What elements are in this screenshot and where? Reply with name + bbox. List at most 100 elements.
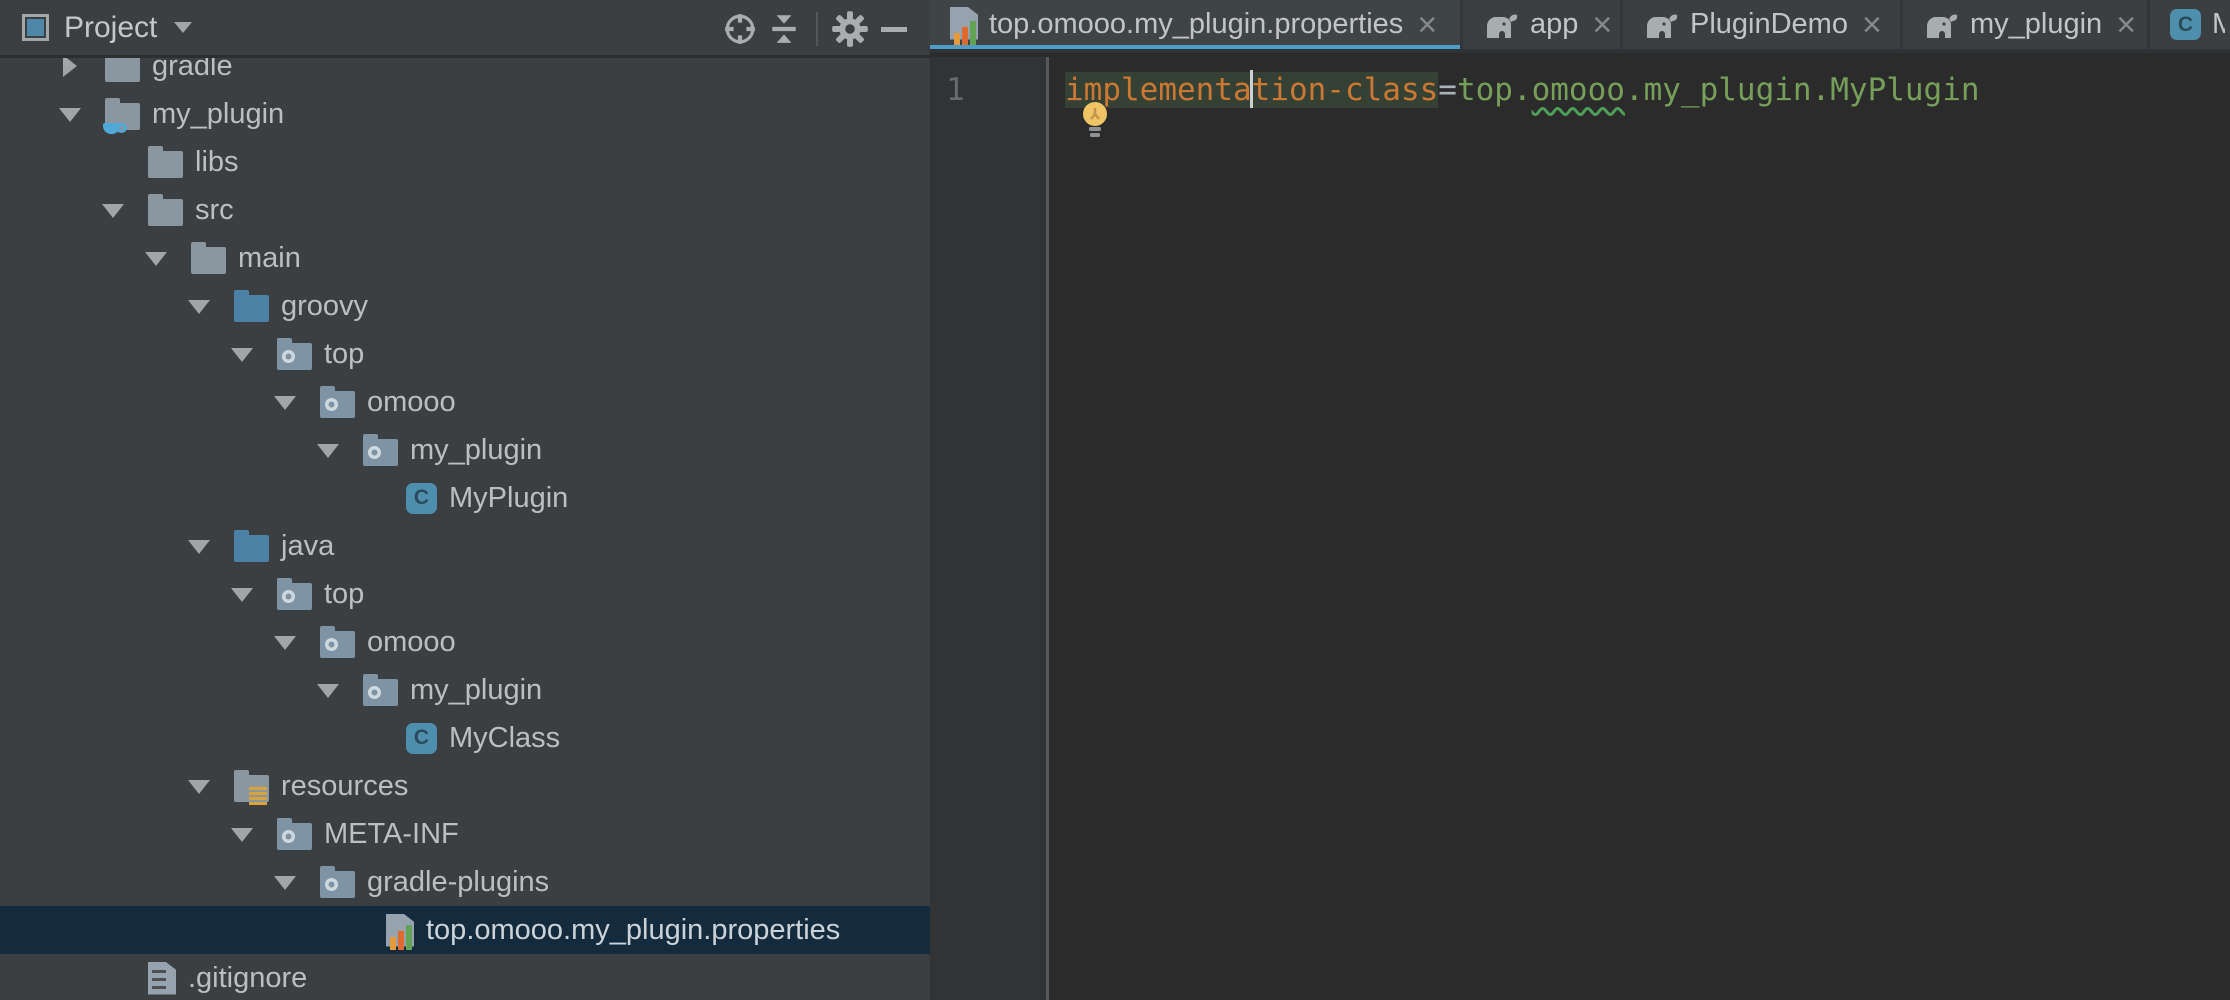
editor-gutter: 1	[930, 57, 1049, 1000]
tree-item-label: top.omooo.my_plugin.properties	[426, 914, 840, 947]
class-icon	[406, 723, 437, 754]
folder-icon	[105, 55, 140, 82]
locate-file-button[interactable]	[718, 7, 762, 51]
tree-row[interactable]: META-INF	[0, 810, 930, 858]
tree-row[interactable]: main	[0, 234, 930, 282]
package-icon	[320, 391, 355, 418]
source-folder-icon	[234, 535, 269, 562]
intention-bulb-icon[interactable]	[1079, 100, 1111, 145]
tree-item-label: omooo	[367, 626, 456, 659]
resources-stripes	[249, 787, 267, 805]
editor-pane: top.omooo.my_plugin.properties×app×Plugi…	[930, 0, 2230, 1000]
chevron-expanded-icon[interactable]	[316, 438, 340, 462]
tree-row[interactable]: top	[0, 330, 930, 378]
tab-label: app	[1530, 8, 1578, 41]
module-folder-icon	[105, 103, 140, 130]
collapse-all-button[interactable]	[762, 7, 806, 51]
chevron-expanded-icon[interactable]	[230, 342, 254, 366]
tree-row[interactable]: .gitignore	[0, 954, 930, 1000]
class-icon	[2170, 9, 2201, 40]
tree-row[interactable]: top.omooo.my_plugin.properties	[0, 906, 930, 954]
chevron-expanded-icon[interactable]	[273, 390, 297, 414]
folder-icon	[148, 151, 183, 178]
tree-row[interactable]: omooo	[0, 618, 930, 666]
tree-item-label: gradle-plugins	[367, 866, 549, 899]
gear-icon	[831, 10, 869, 48]
hide-tool-window-button[interactable]	[872, 7, 916, 51]
property-key: implementation-class	[1065, 72, 1438, 108]
chevron-expanded-icon[interactable]	[187, 774, 211, 798]
tree-row[interactable]: top	[0, 570, 930, 618]
locate-icon	[723, 12, 757, 46]
settings-button[interactable]	[828, 7, 872, 51]
properties-file-icon	[950, 7, 978, 43]
tree-item-label: my_plugin	[152, 98, 284, 131]
collapse-all-icon	[767, 12, 801, 46]
code-line[interactable]: implementation-class=top.omooo.my_plugin…	[1049, 66, 2230, 114]
chevron-expanded-icon[interactable]	[144, 246, 168, 270]
chevron-expanded-icon[interactable]	[316, 678, 340, 702]
folder-icon	[148, 199, 183, 226]
properties-file-icon	[386, 914, 414, 947]
tree-row[interactable]: gradle-plugins	[0, 858, 930, 906]
property-value: top.omooo.my_plugin.MyPlugin	[1457, 72, 1980, 108]
tree-row[interactable]: libs	[0, 138, 930, 186]
chevron-expanded-icon[interactable]	[58, 102, 82, 126]
package-icon	[277, 343, 312, 370]
close-icon[interactable]: ×	[1862, 8, 1882, 42]
tree-row[interactable]: java	[0, 522, 930, 570]
tree-item-label: src	[195, 194, 234, 227]
class-icon	[406, 483, 437, 514]
tree-item-label: libs	[195, 146, 239, 179]
tree-item-label: main	[238, 242, 301, 275]
gradle-icon	[1483, 10, 1519, 40]
code-area[interactable]: implementation-class=top.omooo.my_plugin…	[1049, 57, 2230, 1000]
gradle-icon	[1923, 10, 1959, 40]
tree-row[interactable]: MyClass	[0, 714, 930, 762]
close-icon[interactable]: ×	[1417, 8, 1437, 42]
chevron-expanded-icon[interactable]	[230, 822, 254, 846]
panel-title[interactable]: Project	[64, 11, 157, 45]
close-icon[interactable]: ×	[2116, 8, 2136, 42]
editor-tab[interactable]: top.omooo.my_plugin.properties×	[930, 0, 1460, 49]
project-tool-window: gradlemy_pluginlibssrcmaingroovytopomooo…	[0, 0, 930, 1000]
chevron-expanded-icon[interactable]	[187, 534, 211, 558]
folder-icon	[191, 247, 226, 274]
editor-tab[interactable]: PluginDemo ×	[1620, 0, 1900, 49]
project-tree: gradlemy_pluginlibssrcmaingroovytopomooo…	[0, 42, 930, 1000]
tab-label: PluginDemo	[1690, 8, 1848, 41]
package-icon	[277, 583, 312, 610]
tree-item-label: my_plugin	[410, 674, 542, 707]
chevron-down-icon[interactable]	[174, 22, 192, 33]
editor-tab[interactable]: M	[2147, 0, 2225, 49]
close-icon[interactable]: ×	[1592, 8, 1612, 42]
line-number: 1	[930, 66, 1046, 114]
tree-row[interactable]: my_plugin	[0, 426, 930, 474]
editor-tab[interactable]: my_plugin×	[1900, 0, 2147, 49]
tree-row[interactable]: src	[0, 186, 930, 234]
package-icon	[320, 631, 355, 658]
tree-row[interactable]: omooo	[0, 378, 930, 426]
tab-label: M	[2212, 8, 2225, 41]
chevron-expanded-icon[interactable]	[273, 870, 297, 894]
minimize-icon	[878, 13, 910, 45]
tree-row[interactable]: my_plugin	[0, 666, 930, 714]
gradle-elephant-icon	[1923, 10, 1959, 40]
typo-word: omooo	[1532, 72, 1625, 108]
tree-row[interactable]: MyPlugin	[0, 474, 930, 522]
chevron-expanded-icon[interactable]	[230, 582, 254, 606]
chevron-expanded-icon[interactable]	[101, 198, 125, 222]
toolbar-divider	[816, 12, 818, 46]
tree-item-label: omooo	[367, 386, 456, 419]
tree-item-label: .gitignore	[188, 962, 307, 995]
tree-row[interactable]: resources	[0, 762, 930, 810]
chevron-expanded-icon[interactable]	[187, 294, 211, 318]
tree-item-label: my_plugin	[410, 434, 542, 467]
chevron-expanded-icon[interactable]	[273, 630, 297, 654]
tree-item-label: MyClass	[449, 722, 560, 755]
tool-window-header: Project	[0, 0, 930, 58]
package-icon	[320, 871, 355, 898]
editor-tab[interactable]: app ×	[1460, 0, 1620, 49]
tree-row[interactable]: groovy	[0, 282, 930, 330]
tree-row[interactable]: my_plugin	[0, 90, 930, 138]
